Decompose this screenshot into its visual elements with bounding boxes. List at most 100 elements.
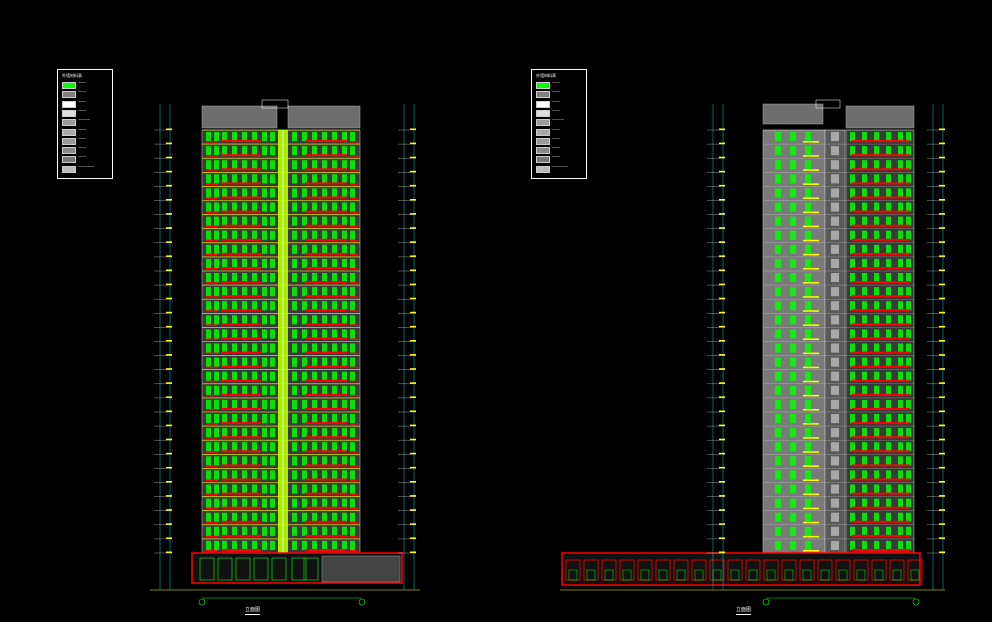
- window: [862, 399, 867, 409]
- window: [906, 484, 911, 494]
- window: [222, 498, 227, 508]
- window: [350, 160, 355, 170]
- balcony-rail: [305, 238, 347, 241]
- window: [775, 526, 781, 536]
- window: [222, 414, 227, 424]
- balcony-rail: [852, 238, 910, 241]
- window: [270, 174, 275, 184]
- legend-right-swatch: [536, 156, 550, 164]
- level-marker: [939, 340, 945, 342]
- legend-left-swatch: [62, 165, 76, 173]
- window: [342, 329, 347, 339]
- balcony-rail: [206, 479, 218, 481]
- window: [862, 132, 867, 142]
- window: [214, 540, 219, 550]
- window: [232, 414, 237, 424]
- window: [214, 244, 219, 254]
- window: [312, 470, 317, 480]
- level-marker: [719, 213, 725, 215]
- window: [886, 385, 891, 395]
- level-marker: [939, 311, 945, 314]
- legend-left-swatch: [62, 156, 76, 164]
- window: [302, 329, 307, 339]
- ledge: [803, 282, 819, 284]
- balcony-rail: [305, 534, 347, 537]
- window: [252, 188, 257, 198]
- legend-left-swatch: [62, 91, 76, 99]
- level-marker: [410, 241, 416, 243]
- balcony-rail: [305, 337, 347, 340]
- window: [232, 385, 237, 395]
- window: [906, 428, 911, 438]
- window: [886, 428, 891, 438]
- core-window: [831, 414, 839, 424]
- window: [252, 146, 257, 156]
- core-window: [831, 371, 839, 381]
- balcony-rail: [305, 450, 347, 453]
- level-marker: [166, 255, 172, 257]
- balcony-rail: [852, 408, 910, 410]
- balcony-rail: [350, 268, 358, 270]
- ledge: [803, 465, 819, 467]
- balcony-rail: [852, 267, 910, 269]
- level-marker: [410, 396, 416, 398]
- balcony-rail: [221, 520, 261, 523]
- window: [322, 526, 327, 536]
- legend-right-label: ——: [552, 89, 560, 95]
- window: [262, 428, 267, 438]
- window: [322, 428, 327, 438]
- window: [252, 371, 257, 381]
- ledge: [803, 352, 819, 355]
- window: [242, 357, 247, 367]
- window: [805, 428, 811, 438]
- window: [214, 484, 219, 494]
- window: [850, 132, 855, 142]
- level-marker: [719, 199, 725, 201]
- window: [270, 512, 275, 522]
- window: [332, 512, 337, 522]
- window: [262, 371, 267, 381]
- balcony-rail: [206, 409, 218, 411]
- level-marker: [410, 368, 416, 370]
- window: [886, 399, 891, 409]
- window: [302, 273, 307, 283]
- balcony-rail: [221, 436, 261, 439]
- level-marker: [719, 424, 725, 427]
- level-marker: [410, 199, 416, 201]
- window: [906, 329, 911, 339]
- window: [898, 526, 903, 536]
- window: [302, 244, 307, 254]
- cad-drawing-canvas[interactable]: [0, 0, 992, 622]
- balcony-rail: [206, 183, 218, 185]
- window: [805, 132, 811, 142]
- window: [232, 442, 237, 452]
- window: [302, 470, 307, 480]
- window: [775, 202, 781, 212]
- window: [206, 273, 211, 283]
- legend-left-row: ——: [62, 136, 106, 145]
- window: [886, 498, 891, 508]
- level-marker: [719, 340, 725, 342]
- window: [232, 287, 237, 297]
- window: [312, 160, 317, 170]
- window: [862, 540, 867, 550]
- level-marker: [410, 340, 416, 342]
- window: [775, 456, 781, 466]
- window: [332, 188, 337, 198]
- level-marker: [166, 184, 172, 187]
- window: [270, 385, 275, 395]
- level-marker: [719, 452, 725, 455]
- window: [350, 428, 355, 438]
- window: [270, 526, 275, 536]
- balcony-rail: [305, 295, 347, 298]
- window: [874, 512, 879, 522]
- legend-left-row: ———: [62, 117, 106, 127]
- window: [214, 371, 219, 381]
- window: [906, 371, 911, 381]
- window: [222, 216, 227, 226]
- window: [232, 202, 237, 212]
- window: [292, 385, 297, 395]
- window: [322, 343, 327, 353]
- ledge: [803, 253, 819, 256]
- window: [350, 258, 355, 268]
